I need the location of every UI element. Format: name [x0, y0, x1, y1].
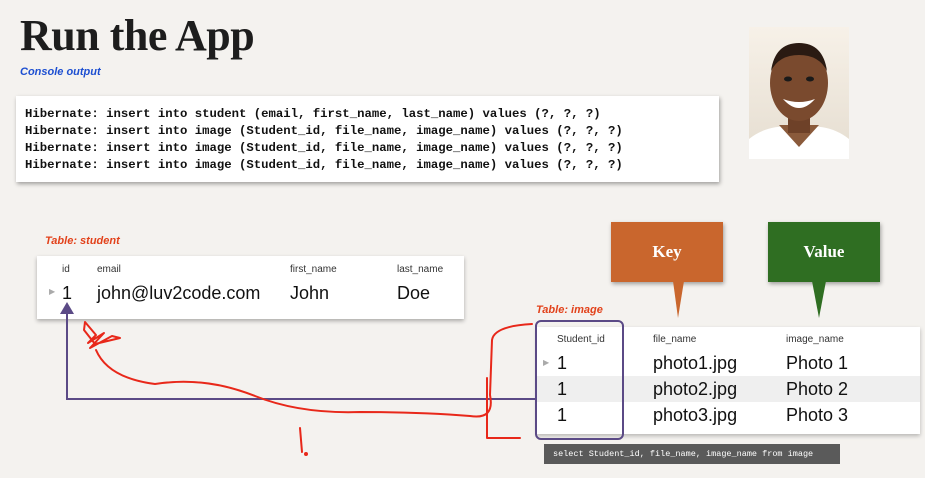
annotation-overlay	[60, 281, 826, 456]
value-callout-pointer	[812, 281, 826, 318]
hand-drawn-annotation	[83, 321, 533, 456]
key-callout-pointer	[673, 281, 684, 318]
student-id-highlight	[535, 320, 624, 440]
link-arrowhead-icon	[60, 302, 74, 314]
foreign-key-link	[66, 312, 536, 400]
